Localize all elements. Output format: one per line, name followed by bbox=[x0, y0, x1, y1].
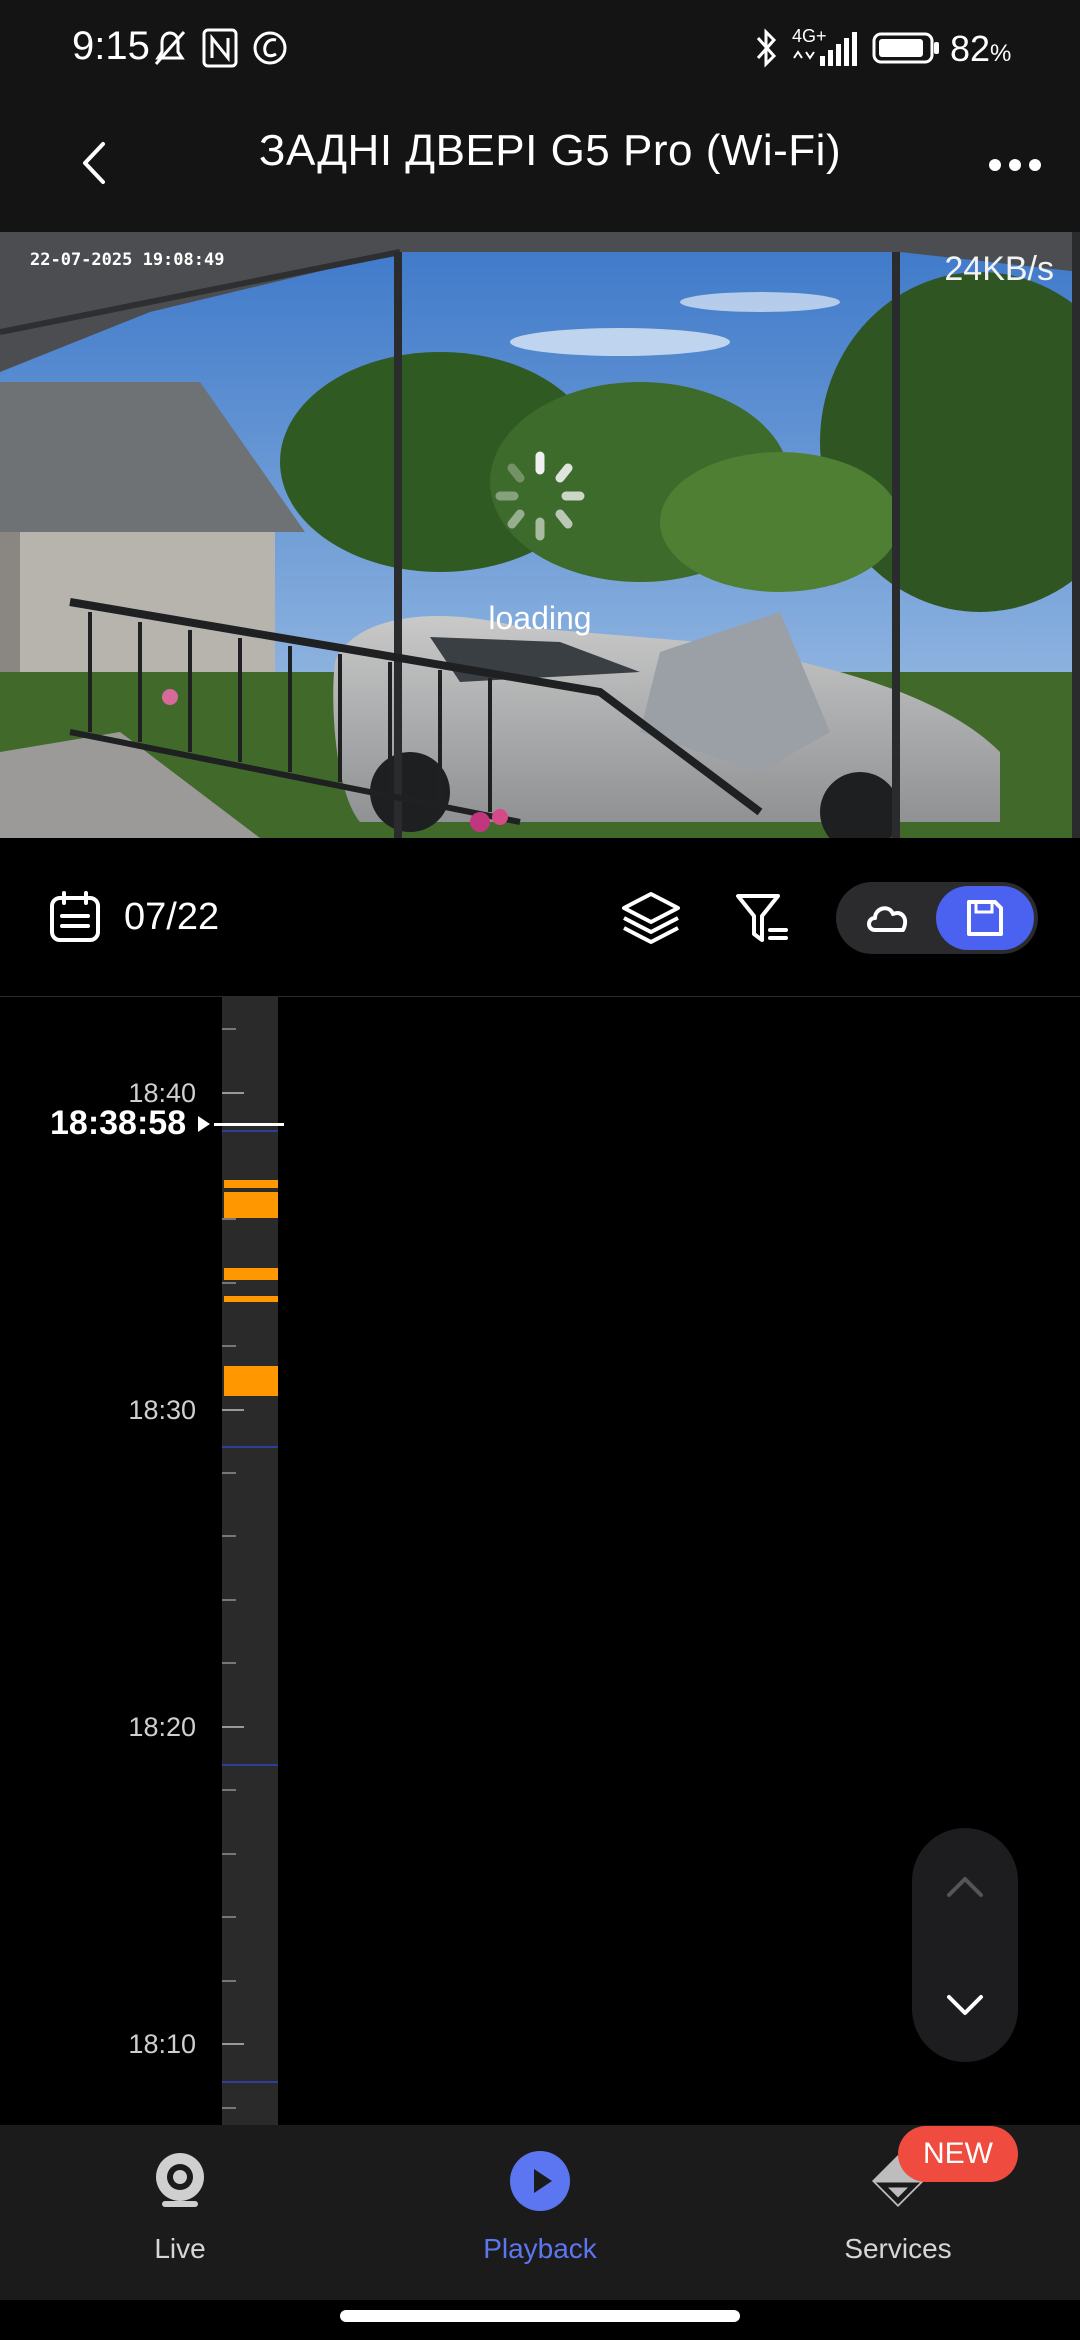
selected-date[interactable]: 07/22 bbox=[124, 896, 219, 939]
app-notification-icon bbox=[253, 31, 287, 65]
timeline-hour-line bbox=[222, 1764, 278, 1766]
mute-bell-icon bbox=[154, 31, 186, 65]
signal-icon bbox=[793, 32, 857, 66]
battery-value: 82 bbox=[950, 28, 991, 69]
camera-icon bbox=[156, 2153, 204, 2207]
battery-unit: % bbox=[990, 40, 1012, 67]
recording-event-segment[interactable] bbox=[224, 1366, 278, 1396]
playhead-arrow-icon bbox=[198, 1116, 210, 1132]
recording-event-segment[interactable] bbox=[224, 1192, 278, 1218]
status-time: 9:15 bbox=[72, 24, 150, 68]
nav-live[interactable]: Live bbox=[70, 2135, 290, 2275]
save-disk-icon bbox=[967, 900, 1003, 936]
chevron-up-icon bbox=[947, 1877, 983, 1897]
nav-playback-label: Playback bbox=[483, 2233, 597, 2264]
page-title: ЗАДНІ ДВЕРІ G5 Pro (Wi-Fi) bbox=[258, 126, 842, 175]
timeline-tick bbox=[222, 1789, 236, 1791]
timeline-tick bbox=[222, 1028, 236, 1030]
battery-percentage: 82% bbox=[950, 28, 1011, 70]
cloud-icon bbox=[867, 906, 908, 932]
timeline-hour-line bbox=[222, 1446, 278, 1448]
playhead-line[interactable] bbox=[214, 1123, 284, 1126]
bluetooth-icon bbox=[756, 28, 777, 68]
timeline-tick bbox=[222, 1535, 236, 1537]
recording-event-segment[interactable] bbox=[224, 1268, 278, 1280]
timeline-tick bbox=[222, 1409, 244, 1411]
more-dots-icon bbox=[989, 159, 1041, 171]
timeline-hour-line bbox=[222, 1130, 278, 1132]
filter-icon bbox=[736, 894, 788, 942]
timeline-hour-line bbox=[222, 2081, 278, 2083]
recording-event-segment[interactable] bbox=[224, 1180, 278, 1188]
timeline-track[interactable] bbox=[222, 997, 278, 2125]
timeline-tick bbox=[222, 1282, 236, 1284]
timeline-label: 18:30 bbox=[128, 1395, 196, 1425]
loading-label: loading bbox=[488, 600, 592, 636]
timeline-tick bbox=[222, 1599, 236, 1601]
timeline-tick bbox=[222, 1218, 236, 1220]
play-icon bbox=[510, 2151, 570, 2211]
nav-playback[interactable]: Playback bbox=[430, 2135, 650, 2275]
nfc-icon bbox=[202, 28, 238, 68]
timeline-tick bbox=[222, 1472, 236, 1474]
timeline-tick bbox=[222, 1853, 236, 1855]
loading-spinner-icon bbox=[495, 451, 585, 541]
new-badge: NEW bbox=[898, 2126, 1018, 2182]
timeline-tick bbox=[222, 2107, 236, 2109]
filter-button[interactable] bbox=[728, 888, 798, 948]
cloud-storage-button[interactable] bbox=[846, 886, 930, 950]
timeline-tick bbox=[222, 1662, 236, 1664]
timeline-label: 18:20 bbox=[128, 1712, 196, 1742]
timeline-tick bbox=[222, 2043, 244, 2045]
current-time-label: 18:38:58 bbox=[50, 1104, 187, 1142]
video-timestamp: 22-07-2025 19:08:49 bbox=[30, 250, 225, 270]
bitrate-indicator: 24KB/s bbox=[944, 250, 1054, 288]
battery-icon bbox=[872, 32, 939, 64]
scroll-up-button[interactable] bbox=[912, 1846, 1018, 1926]
local-storage-button[interactable] bbox=[936, 886, 1034, 950]
scroll-down-button[interactable] bbox=[912, 1966, 1018, 2046]
nav-live-label: Live bbox=[154, 2233, 206, 2264]
nav-services-label: Services bbox=[844, 2233, 952, 2264]
home-indicator[interactable] bbox=[340, 2310, 740, 2322]
more-options-button[interactable] bbox=[980, 130, 1050, 200]
timeline-tick bbox=[222, 1345, 236, 1347]
recording-event-segment[interactable] bbox=[224, 1296, 278, 1302]
timeline-tick bbox=[222, 1980, 236, 1982]
layers-button[interactable] bbox=[616, 888, 686, 948]
layers-icon bbox=[622, 892, 680, 944]
calendar-icon bbox=[50, 891, 100, 942]
timeline-tick bbox=[222, 1726, 244, 1728]
timeline-label: 18:10 bbox=[128, 2029, 196, 2059]
calendar-button[interactable] bbox=[48, 890, 102, 944]
timeline-tick bbox=[222, 1092, 244, 1094]
timeline-tick bbox=[222, 1916, 236, 1918]
chevron-down-icon bbox=[947, 1995, 983, 2015]
